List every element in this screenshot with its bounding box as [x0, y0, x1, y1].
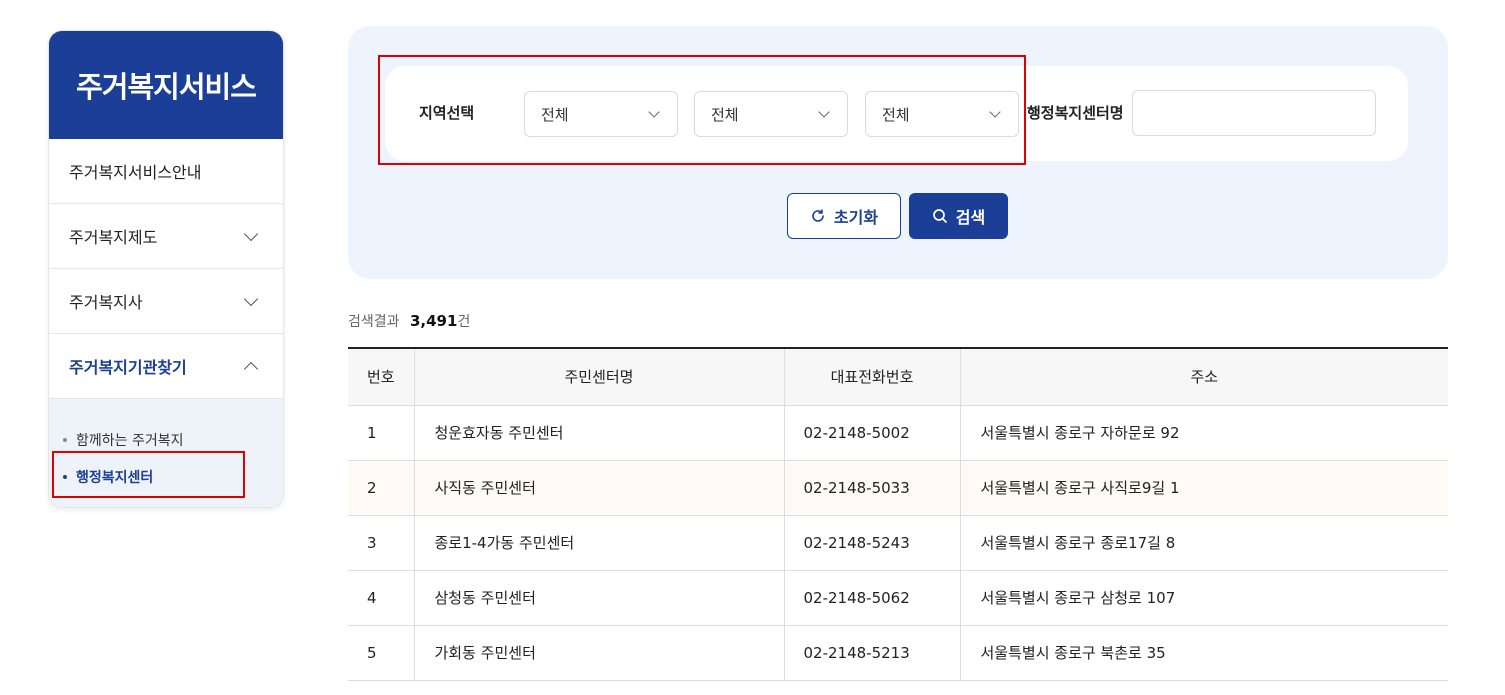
cell-address: 서울특별시 종로구 삼청로 107	[960, 570, 1448, 626]
result-suffix: 건	[457, 314, 471, 330]
result-prefix: 검색결과	[348, 314, 400, 330]
sidebar-subitem-label: 함께하는 주거복지	[76, 432, 184, 449]
cell-center-name: 삼청동 주민센터	[414, 570, 785, 626]
highlight-box-region	[378, 55, 1026, 165]
cell-center-name: 종로1-4가동 주민센터	[414, 515, 785, 571]
center-name-input[interactable]	[1132, 90, 1376, 136]
cell-no: 1	[348, 405, 415, 461]
cell-no: 4	[348, 570, 415, 626]
search-button[interactable]: 검색	[909, 193, 1008, 239]
result-count: 검색결과 3,491건	[348, 311, 470, 331]
sidebar-item-label: 주거복지사	[69, 293, 143, 312]
table-row[interactable]: 3 종로1-4가동 주민센터 02-2148-5243 서울특별시 종로구 종로…	[348, 515, 1448, 571]
header-no: 번호	[348, 348, 415, 406]
search-button-label: 검색	[955, 208, 986, 227]
cell-address: 서울특별시 종로구 사직로9길 1	[960, 460, 1448, 516]
cell-no: 3	[348, 515, 415, 571]
sidebar-item-label: 주거복지서비스안내	[69, 163, 202, 182]
cell-center-name: 사직동 주민센터	[414, 460, 785, 516]
table-row[interactable]: 1 청운효자동 주민센터 02-2148-5002 서울특별시 종로구 자하문로…	[348, 405, 1448, 461]
chevron-down-icon	[243, 226, 259, 241]
sidebar-item-welfare-worker[interactable]: 주거복지사	[49, 269, 283, 334]
chevron-up-icon	[243, 361, 259, 376]
sidebar-item-label: 주거복지제도	[69, 228, 158, 247]
cell-address: 서울특별시 종로구 자하문로 92	[960, 405, 1448, 461]
center-name-label: 행정복지센터명	[1027, 104, 1124, 122]
cell-no: 2	[348, 460, 415, 516]
cell-phone: 02-2148-5243	[784, 515, 961, 571]
sidebar-item-label: 주거복지기관찾기	[69, 358, 187, 377]
cell-no: 5	[348, 625, 415, 681]
chevron-down-icon	[243, 291, 259, 306]
refresh-icon	[812, 209, 824, 222]
sidebar-item-welfare-system[interactable]: 주거복지제도	[49, 204, 283, 269]
sidebar-item-service-guide[interactable]: 주거복지서비스안내	[49, 139, 283, 204]
cell-address: 서울특별시 종로구 북촌로 35	[960, 625, 1448, 681]
cell-center-name: 청운효자동 주민센터	[414, 405, 785, 461]
table-row[interactable]: 4 삼청동 주민센터 02-2148-5062 서울특별시 종로구 삼청로 10…	[348, 570, 1448, 626]
cell-phone: 02-2148-5213	[784, 625, 961, 681]
table-header-row: 번호 주민센터명 대표전화번호 주소	[348, 348, 1448, 406]
cell-address: 서울특별시 종로구 종로17길 8	[960, 515, 1448, 571]
search-icon	[932, 209, 947, 223]
bullet-icon	[63, 437, 67, 442]
cell-phone: 02-2148-5033	[784, 460, 961, 516]
reset-button[interactable]: 초기화	[787, 193, 901, 239]
header-phone: 대표전화번호	[784, 348, 961, 406]
table-row[interactable]: 5 가회동 주민센터 02-2148-5213 서울특별시 종로구 북촌로 35	[348, 625, 1448, 681]
header-center-name: 주민센터명	[414, 348, 785, 406]
header-address: 주소	[960, 348, 1448, 406]
cell-center-name: 가회동 주민센터	[414, 625, 785, 681]
table-row[interactable]: 2 사직동 주민센터 02-2148-5033 서울특별시 종로구 사직로9길 …	[348, 460, 1448, 516]
cell-phone: 02-2148-5062	[784, 570, 961, 626]
highlight-box-sidebar	[52, 451, 245, 498]
reset-button-label: 초기화	[833, 208, 879, 227]
result-count-value: 3,491	[409, 312, 458, 330]
sidebar-title: 주거복지서비스	[49, 31, 283, 139]
sidebar: 주거복지서비스 주거복지서비스안내 주거복지제도 주거복지사 주거복지기관찾기 …	[48, 30, 284, 508]
sidebar-item-find-institution[interactable]: 주거복지기관찾기	[49, 334, 283, 399]
results-table: 번호 주민센터명 대표전화번호 주소 1 청운효자동 주민센터 02-2148-…	[348, 347, 1448, 681]
cell-phone: 02-2148-5002	[784, 405, 961, 461]
